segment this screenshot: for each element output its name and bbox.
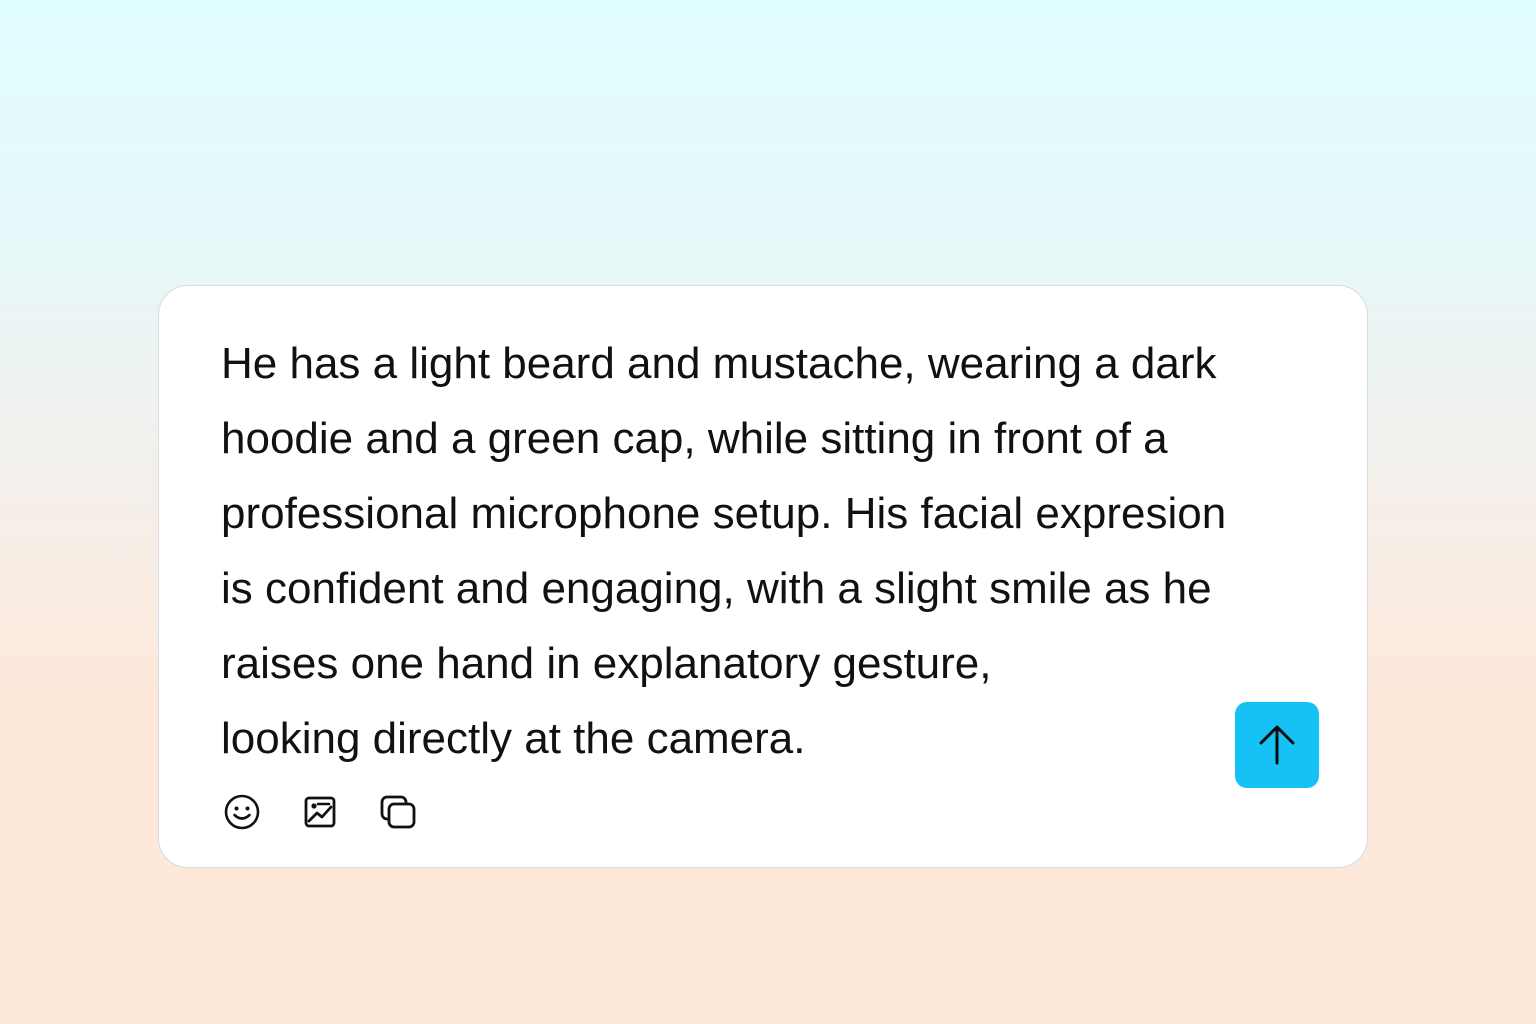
copy-button[interactable] xyxy=(377,791,419,833)
prompt-line: is confident and engaging, with a slight… xyxy=(221,564,1212,613)
emoji-icon xyxy=(224,794,260,830)
prompt-input[interactable]: He has a light beard and mustache, weari… xyxy=(221,326,1341,776)
prompt-line: hoodie and a green cap, while sitting in… xyxy=(221,414,1168,463)
composer-toolbar xyxy=(221,791,455,833)
image-button[interactable] xyxy=(299,791,341,833)
send-button[interactable] xyxy=(1235,702,1319,788)
prompt-composer: He has a light beard and mustache, weari… xyxy=(158,285,1368,868)
image-icon xyxy=(304,796,336,828)
arrow-up-icon xyxy=(1259,725,1295,765)
prompt-line: looking directly at the camera. xyxy=(221,714,806,763)
prompt-line: He has a light beard and mustache, weari… xyxy=(221,339,1217,388)
copy-icon xyxy=(380,795,416,829)
prompt-line: professional microphone setup. His facia… xyxy=(221,489,1227,538)
prompt-line: raises one hand in explanatory gesture, xyxy=(221,639,992,688)
emoji-button[interactable] xyxy=(221,791,263,833)
